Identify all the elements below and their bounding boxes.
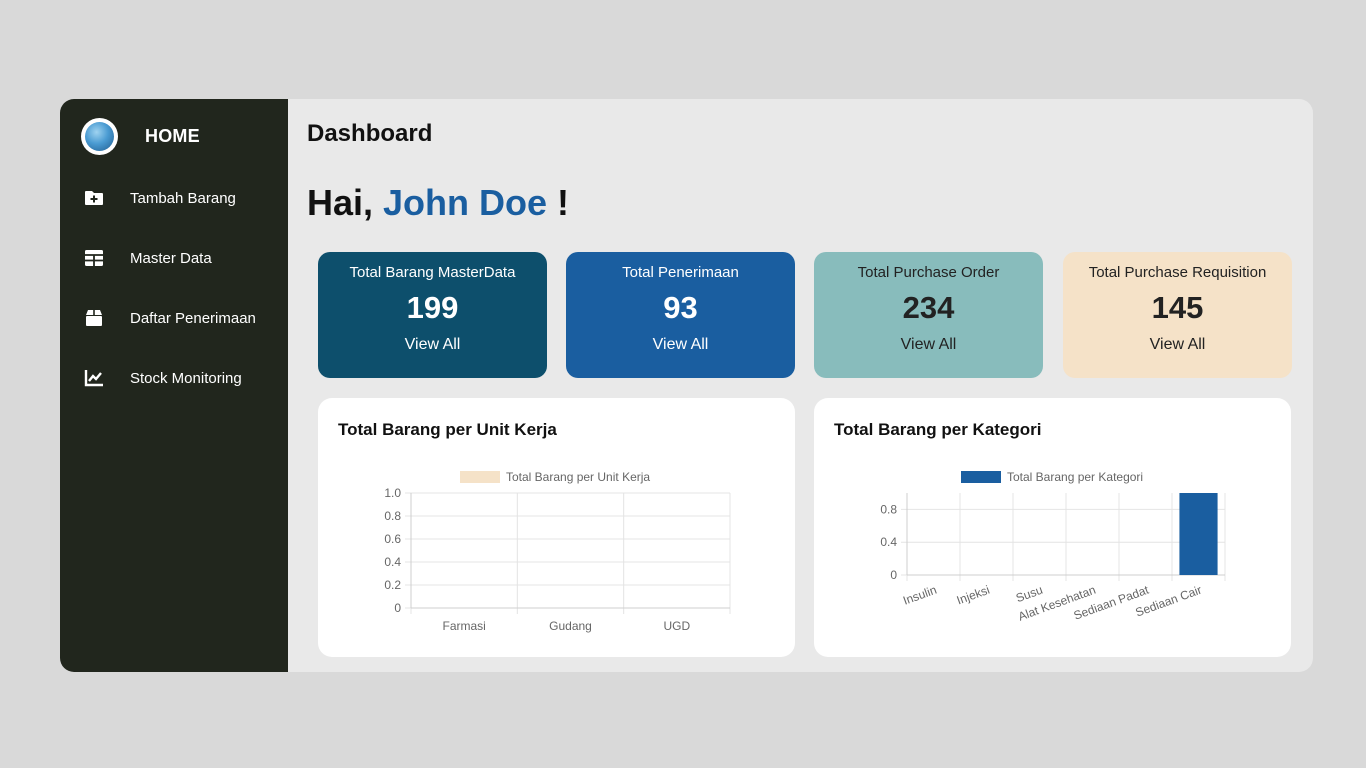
x-tick-label: Injeksi: [955, 583, 992, 608]
sidebar-item-stock-monitoring[interactable]: Stock Monitoring: [83, 367, 242, 389]
sidebar-item-label: Master Data: [130, 249, 212, 267]
box-icon: [86, 310, 102, 326]
sidebar-item-label: Tambah Barang: [130, 189, 236, 207]
y-tick-label: 1.0: [384, 486, 401, 500]
view-all-link[interactable]: View All: [405, 336, 461, 354]
legend-label: Total Barang per Unit Kerja: [506, 470, 650, 484]
sidebar-item-master-data[interactable]: Master Data: [83, 247, 212, 269]
card-value: 93: [663, 290, 698, 325]
home-link[interactable]: HOME: [81, 118, 200, 155]
home-label: HOME: [145, 126, 200, 146]
x-tick-label: UGD: [663, 619, 690, 633]
y-tick-label: 0: [394, 601, 401, 615]
card-total-purchase-requisition: Total Purchase Requisition 145 View All: [1063, 252, 1292, 378]
x-tick-label: Farmasi: [442, 619, 485, 633]
card-total-barang-masterdata: Total Barang MasterData 199 View All: [318, 252, 547, 378]
sidebar-item-tambah-barang[interactable]: Tambah Barang: [83, 187, 236, 209]
card-title: Total Barang MasterData: [349, 264, 516, 281]
sidebar-item-label: Daftar Penerimaan: [130, 309, 256, 327]
greeting-suffix: !: [547, 182, 570, 223]
view-all-link[interactable]: View All: [901, 336, 957, 354]
sidebar-item-daftar-penerimaan[interactable]: Daftar Penerimaan: [83, 307, 256, 329]
view-all-link[interactable]: View All: [1150, 336, 1206, 354]
table-icon: [85, 250, 103, 266]
card-title: Total Purchase Order: [857, 264, 1000, 281]
view-all-link[interactable]: View All: [653, 336, 709, 354]
card-value: 234: [902, 290, 955, 325]
folder-plus-icon: [85, 191, 103, 205]
chart-kategori: Total Barang per Kategori 0 0.4 0.8 Insulin I…: [880, 470, 1226, 624]
x-tick-label: Insulin: [901, 583, 938, 608]
legend-swatch: [460, 471, 500, 483]
x-tick-label: Gudang: [549, 619, 592, 633]
logo-icon: [81, 118, 118, 155]
card-value: 145: [1151, 290, 1204, 325]
card-total-purchase-order: Total Purchase Order 234 View All: [814, 252, 1043, 378]
card-value: 199: [406, 290, 459, 325]
page-title: Dashboard: [307, 120, 433, 147]
card-title: Total Penerimaan: [622, 264, 739, 281]
chart-panel-unit-kerja: Total Barang per Unit Kerja Total Barang…: [318, 398, 795, 657]
y-tick-label: 0.2: [384, 578, 401, 592]
greeting-prefix: Hai,: [307, 182, 384, 223]
chart-line-icon: [84, 370, 103, 387]
chart-unit-kerja: Total Barang per Unit Kerja 0 0.2 0.4 0.6 0.8…: [384, 470, 731, 633]
y-tick-label: 0.8: [384, 509, 401, 523]
y-tick-label: 0.4: [880, 535, 897, 549]
main-content: Dashboard Hai, John Doe ! Total Barang M…: [288, 99, 1313, 672]
app-window: HOME Tambah Barang Master Data Daftar Pe…: [60, 99, 1313, 672]
y-tick-label: 0.8: [880, 502, 897, 516]
y-tick-label: 0.6: [384, 532, 401, 546]
sidebar: HOME Tambah Barang Master Data Daftar Pe…: [60, 99, 288, 672]
legend-swatch: [961, 471, 1001, 483]
user-name: John Doe: [383, 182, 548, 223]
y-tick-label: 0: [890, 568, 897, 582]
legend-label: Total Barang per Kategori: [1007, 470, 1143, 484]
y-tick-label: 0.4: [384, 555, 401, 569]
card-title: Total Purchase Requisition: [1088, 264, 1267, 281]
greeting: Hai, John Doe !: [307, 182, 569, 224]
chart-panel-kategori: Total Barang per Kategori Total Barang p…: [814, 398, 1291, 657]
sidebar-item-label: Stock Monitoring: [130, 369, 242, 387]
card-total-penerimaan: Total Penerimaan 93 View All: [566, 252, 795, 378]
bar: [1179, 493, 1218, 575]
